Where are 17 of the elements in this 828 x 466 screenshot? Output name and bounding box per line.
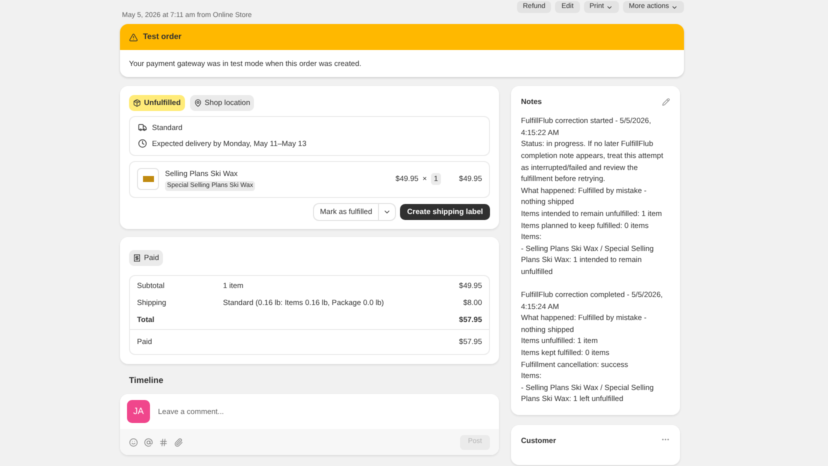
- mention-icon[interactable]: [144, 438, 153, 447]
- attachment-icon[interactable]: [174, 438, 183, 447]
- caret-icon: [671, 4, 678, 10]
- timeline-title: Timeline: [129, 374, 164, 386]
- product-thumbnail: [137, 168, 159, 190]
- edit-icon[interactable]: [662, 98, 670, 106]
- banner-title: Test order: [143, 31, 182, 43]
- receipt-icon: [133, 254, 141, 262]
- pin-icon: [194, 99, 202, 107]
- package-icon: [133, 99, 141, 107]
- emoji-icon[interactable]: [129, 438, 138, 447]
- truck-icon: [138, 123, 147, 132]
- clock-icon: [138, 139, 147, 148]
- avatar: JA: [127, 400, 150, 424]
- caret-icon: [606, 4, 613, 10]
- hash-icon[interactable]: [159, 438, 168, 447]
- warning-icon: [129, 32, 138, 42]
